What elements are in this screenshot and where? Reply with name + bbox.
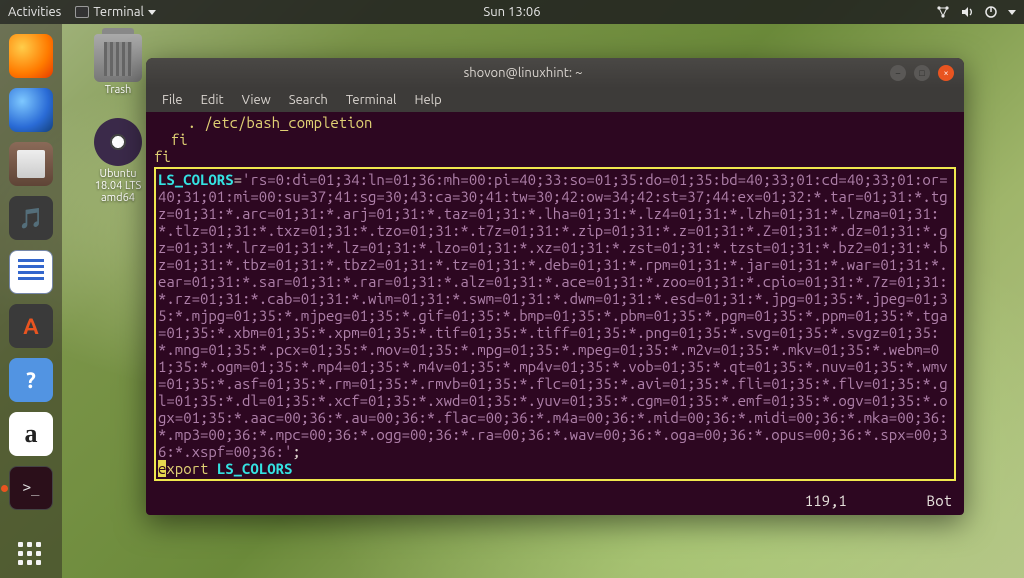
terminal-menubar: File Edit View Search Terminal Help [146, 88, 964, 112]
terminal-icon [75, 6, 89, 18]
window-maximize-button[interactable]: □ [914, 65, 930, 81]
power-icon [984, 5, 998, 19]
gnome-topbar: Activities Terminal Sun 13:06 [0, 0, 1024, 24]
activities-button[interactable]: Activities [8, 5, 61, 19]
clock[interactable]: Sun 13:06 [483, 5, 540, 19]
volume-icon [960, 5, 974, 19]
dock-amazon[interactable] [9, 412, 53, 456]
menu-search[interactable]: Search [281, 91, 336, 109]
vim-status-line: 119,1 Bot [146, 489, 964, 515]
show-applications-button[interactable] [18, 542, 44, 568]
dock-rhythmbox[interactable] [9, 196, 53, 240]
dock-files[interactable] [9, 142, 53, 186]
window-minimize-button[interactable]: – [890, 65, 906, 81]
menu-edit[interactable]: Edit [193, 91, 232, 109]
dock-help[interactable] [9, 358, 53, 402]
dock-firefox[interactable] [9, 34, 53, 78]
dvd-icon [94, 118, 142, 166]
code-preblock: . /etc/bash_completion fi fi [154, 114, 956, 165]
window-close-button[interactable]: × [938, 65, 954, 81]
app-menu[interactable]: Terminal [75, 5, 156, 19]
dock-terminal[interactable] [9, 466, 53, 510]
network-icon [936, 5, 950, 19]
menu-file[interactable]: File [154, 91, 191, 109]
scroll-position: Bot [927, 492, 952, 509]
window-titlebar[interactable]: shovon@linuxhint: ~ – □ × [146, 58, 964, 88]
menu-view[interactable]: View [234, 91, 279, 109]
dock-thunderbird[interactable] [9, 88, 53, 132]
menu-help[interactable]: Help [406, 91, 449, 109]
menu-terminal[interactable]: Terminal [338, 91, 405, 109]
highlighted-block: LS_COLORS='rs=0:di=01;34:ln=01;36:mh=00:… [154, 167, 956, 481]
chevron-down-icon [148, 10, 156, 15]
system-tray[interactable] [936, 5, 1016, 19]
dock [0, 24, 62, 578]
dock-software[interactable] [9, 304, 53, 348]
running-indicator-icon [1, 485, 8, 492]
dock-libreoffice-writer[interactable] [9, 250, 53, 294]
terminal-content[interactable]: . /etc/bash_completion fi fi LS_COLORS='… [146, 112, 964, 489]
trash-icon [94, 34, 142, 82]
terminal-window: shovon@linuxhint: ~ – □ × File Edit View… [146, 58, 964, 515]
chevron-down-icon [1008, 10, 1016, 15]
cursor-position: 119,1 [805, 492, 847, 509]
app-menu-label: Terminal [93, 5, 144, 19]
window-title: shovon@linuxhint: ~ [156, 66, 890, 80]
